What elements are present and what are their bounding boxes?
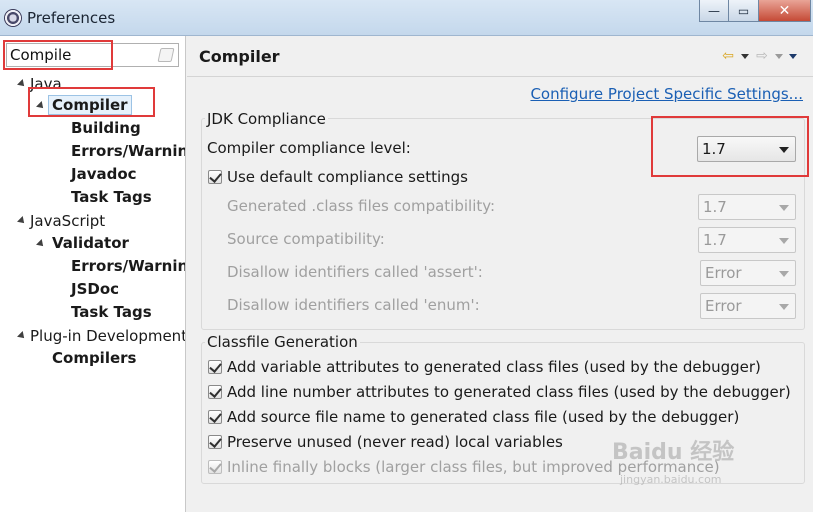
source-file-name-checkbox[interactable]	[208, 410, 222, 424]
line-number-attributes-label: Add line number attributes to generated …	[227, 383, 791, 401]
source-compat-select[interactable]: 1.7	[698, 227, 796, 253]
page-navigation: ⇦ ⇨	[719, 48, 799, 64]
view-menu-icon[interactable]	[787, 48, 799, 64]
chevron-down-icon	[779, 205, 789, 211]
compliance-level-label: Compiler compliance level:	[207, 139, 411, 157]
eclipse-icon	[4, 9, 22, 27]
forward-dropdown-icon[interactable]	[773, 48, 785, 64]
source-file-name-label: Add source file name to generated class …	[227, 408, 740, 426]
tree-item-building[interactable]: Building	[71, 118, 141, 138]
dialog-client-area: Java Compiler Building Errors/Warnings J…	[0, 36, 813, 512]
line-number-attributes-checkbox[interactable]	[208, 385, 222, 399]
source-compat-value: 1.7	[703, 231, 727, 249]
preserve-unused-label: Preserve unused (never read) local varia…	[227, 433, 563, 451]
expand-toggle-icon[interactable]	[17, 331, 27, 341]
preference-page: Compiler ⇦ ⇨ Configure Project Specific …	[187, 36, 813, 512]
window-controls: — ▭ ✕	[699, 0, 811, 22]
title-bar: Preferences — ▭ ✕	[0, 0, 813, 36]
source-compat-label: Source compatibility:	[227, 230, 385, 248]
tree-item-javascript[interactable]: JavaScript	[30, 211, 105, 231]
page-title: Compiler	[199, 47, 280, 66]
assert-identifier-value: Error	[705, 264, 742, 282]
inline-finally-checkbox[interactable]	[208, 460, 222, 474]
variable-attributes-label: Add variable attributes to generated cla…	[227, 358, 761, 376]
use-default-label: Use default compliance settings	[227, 168, 468, 186]
classfile-generation-label: Classfile Generation	[205, 333, 360, 351]
tree-item-validator[interactable]: Validator	[52, 233, 129, 253]
tree-item-task-tags[interactable]: Task Tags	[71, 187, 152, 207]
back-arrow-icon[interactable]: ⇦	[719, 48, 737, 64]
tree-item-javadoc[interactable]: Javadoc	[71, 164, 137, 184]
filter-field[interactable]	[6, 43, 179, 67]
expand-toggle-icon[interactable]	[36, 101, 46, 111]
maximize-button[interactable]: ▭	[729, 0, 759, 22]
enum-identifier-label: Disallow identifiers called 'enum':	[227, 296, 480, 314]
expand-toggle-icon[interactable]	[17, 216, 27, 226]
expand-toggle-icon[interactable]	[36, 239, 46, 249]
tree-item-plugin-development[interactable]: Plug-in Development	[30, 326, 185, 346]
tree-item-jsdoc[interactable]: JSDoc	[71, 279, 119, 299]
assert-identifier-label: Disallow identifiers called 'assert':	[227, 263, 483, 281]
tree-item-task-tags[interactable]: Task Tags	[71, 302, 152, 322]
jdk-compliance-label: JDK Compliance	[205, 110, 328, 128]
tree-item-compiler[interactable]: Compiler	[48, 95, 132, 115]
variable-attributes-checkbox[interactable]	[208, 360, 222, 374]
generated-class-compat-select[interactable]: 1.7	[698, 194, 796, 220]
chevron-down-icon	[779, 147, 789, 153]
configure-project-settings-link[interactable]: Configure Project Specific Settings...	[530, 85, 803, 103]
inline-finally-label: Inline finally blocks (larger class file…	[227, 458, 720, 476]
tree-item-label: Compiler	[48, 95, 132, 115]
generated-class-compat-value: 1.7	[703, 198, 727, 216]
compliance-level-value: 1.7	[702, 140, 726, 158]
assert-identifier-select[interactable]: Error	[700, 260, 796, 286]
enum-identifier-select[interactable]: Error	[700, 293, 796, 319]
chevron-down-icon	[779, 304, 789, 310]
chevron-down-icon	[779, 271, 789, 277]
preserve-unused-checkbox[interactable]	[208, 435, 222, 449]
expand-toggle-icon[interactable]	[17, 79, 27, 89]
tree-item-label: Java	[30, 75, 62, 93]
compliance-level-select[interactable]: 1.7	[697, 136, 796, 162]
preferences-tree-pane: Java Compiler Building Errors/Warnings J…	[0, 36, 186, 512]
tree-item-errors-warnings[interactable]: Errors/Warnings	[71, 256, 185, 276]
tree-item-java[interactable]: Java	[30, 74, 62, 94]
tree-item-errors-warnings[interactable]: Errors/Warnings	[71, 141, 185, 161]
use-default-checkbox[interactable]	[208, 170, 222, 184]
clear-filter-icon[interactable]	[157, 48, 175, 62]
forward-arrow-icon[interactable]: ⇨	[753, 48, 771, 64]
filter-input[interactable]	[10, 46, 150, 64]
title-separator	[187, 76, 813, 77]
enum-identifier-value: Error	[705, 297, 742, 315]
minimize-button[interactable]: —	[699, 0, 729, 22]
close-button[interactable]: ✕	[759, 0, 811, 22]
chevron-down-icon	[779, 238, 789, 244]
generated-class-compat-label: Generated .class files compatibility:	[227, 197, 496, 215]
back-dropdown-icon[interactable]	[739, 48, 751, 64]
window-title: Preferences	[27, 9, 116, 27]
tree-item-compilers[interactable]: Compilers	[52, 348, 136, 368]
